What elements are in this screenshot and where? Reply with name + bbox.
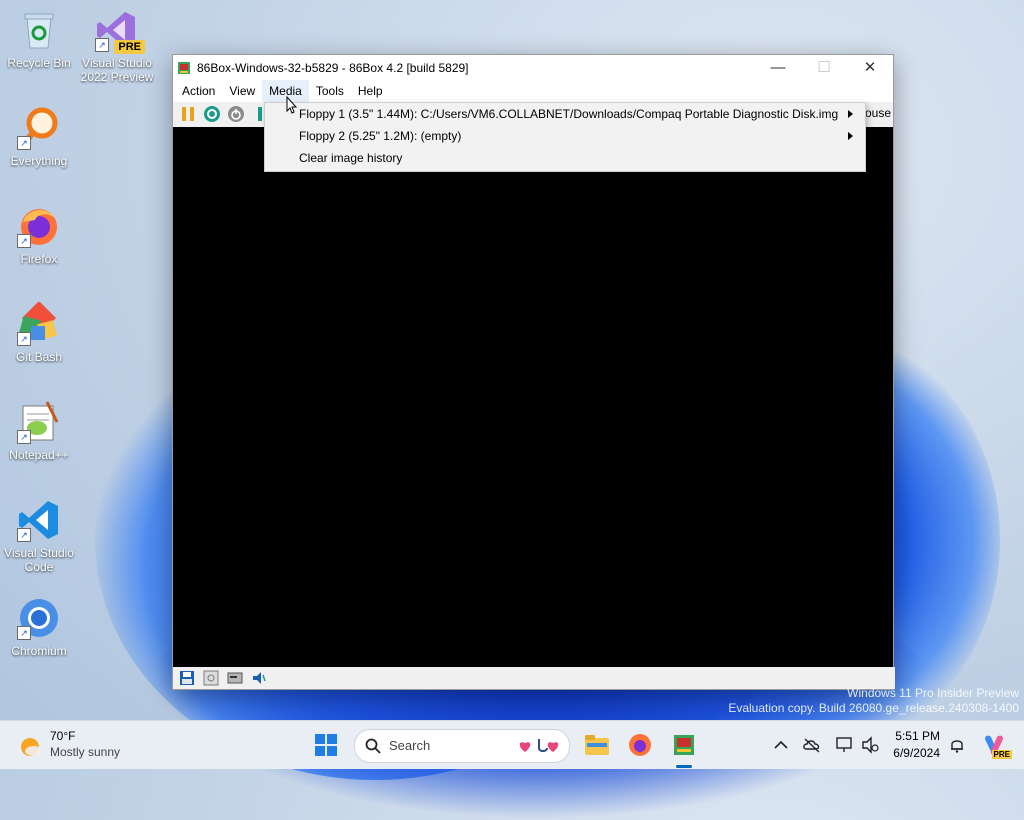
search-highlight-icon xyxy=(519,739,559,752)
status-bar xyxy=(173,667,895,689)
power-icon[interactable] xyxy=(227,105,245,123)
notepadpp-icon: ↗ xyxy=(17,400,61,444)
desktop-icon-label: Git Bash xyxy=(15,350,63,364)
menu-action[interactable]: Action xyxy=(175,80,222,102)
firefox-taskbar-icon[interactable] xyxy=(628,733,652,757)
file-explorer-icon[interactable] xyxy=(584,733,610,757)
weather-temp: 70°F xyxy=(50,729,76,743)
watermark-edition: Windows 11 Pro Insider Preview xyxy=(847,686,1019,700)
desktop-icon-label: Recycle Bin xyxy=(7,56,71,70)
desktop-icon-vscode[interactable]: ↗ Visual Studio Code xyxy=(1,498,77,574)
86box-app-icon xyxy=(178,61,190,74)
window-title: 86Box-Windows-32-b5829 - 86Box 4.2 [buil… xyxy=(197,60,469,75)
desktop-icon-recycle-bin[interactable]: Recycle Bin xyxy=(1,8,77,70)
desktop-icon-chromium[interactable]: ↗ Chromium xyxy=(1,596,77,658)
desktop-icon-everything[interactable]: ↗ Everything xyxy=(1,106,77,168)
emulator-screen[interactable] xyxy=(173,127,893,667)
menu-item-floppy-2[interactable]: Floppy 2 (5.25" 1.2M): (empty) xyxy=(299,129,461,143)
chromium-icon: ↗ xyxy=(17,596,61,640)
search-placeholder: Search xyxy=(389,738,431,753)
clock[interactable]: 5:51 PM 6/9/2024 xyxy=(884,729,940,760)
minimize-button[interactable]: — xyxy=(755,55,801,80)
desktop-icon-label: Chromium xyxy=(11,644,67,658)
desktop-icon-notepadpp[interactable]: ↗ Notepad++ xyxy=(1,400,77,462)
menu-item-floppy-1[interactable]: Floppy 1 (3.5" 1.44M): C:/Users/VM6.COLL… xyxy=(299,107,838,121)
shortcut-arrow-icon: ↗ xyxy=(17,136,31,150)
maximize-button[interactable]: ☐ xyxy=(801,55,847,80)
toolbar-clipped-label: ouse xyxy=(864,106,891,120)
submenu-arrow-icon xyxy=(848,110,853,118)
watermark-build: Evaluation copy. Build 26080.ge_release.… xyxy=(728,701,1019,715)
firefox-icon: ↗ xyxy=(17,204,61,248)
recycle-bin-icon xyxy=(17,8,61,52)
visual-studio-preview-icon: PRE ↗ xyxy=(95,8,145,54)
shortcut-arrow-icon: ↗ xyxy=(17,332,31,346)
media-dropdown-menu: Floppy 1 (3.5" 1.44M): C:/Users/VM6.COLL… xyxy=(264,102,866,172)
desktop-icon-label: Visual Studio Code xyxy=(4,546,74,574)
mouse-cursor-icon xyxy=(286,96,298,114)
start-windows-icon[interactable] xyxy=(314,733,338,757)
git-bash-icon: ↗ xyxy=(17,301,61,346)
shortcut-arrow-icon: ↗ xyxy=(17,528,31,542)
title-bar[interactable]: 86Box-Windows-32-b5829 - 86Box 4.2 [buil… xyxy=(173,55,893,80)
menu-bar: Action View Media Tools Help xyxy=(173,80,893,102)
copilot-button[interactable]: PRE xyxy=(980,731,1012,759)
submenu-arrow-icon xyxy=(848,132,853,140)
hard-disk-icon[interactable] xyxy=(227,670,243,686)
search-icon xyxy=(365,738,381,754)
taskbar-search-box[interactable]: Search xyxy=(354,729,570,763)
clock-time: 5:51 PM xyxy=(895,729,940,743)
network-icon[interactable] xyxy=(835,736,853,754)
clock-date: 6/9/2024 xyxy=(893,746,940,760)
shortcut-arrow-icon: ↗ xyxy=(17,626,31,640)
notification-bell-icon[interactable] xyxy=(948,736,966,754)
shortcut-arrow-icon: ↗ xyxy=(17,430,31,444)
copilot-pre-badge: PRE xyxy=(991,750,1012,759)
desktop-icon-firefox[interactable]: ↗ Firefox xyxy=(1,204,77,266)
desktop-icon-git-bash[interactable]: ↗ Git Bash xyxy=(1,301,77,364)
shortcut-arrow-icon: ↗ xyxy=(17,234,31,248)
hard-reset-icon[interactable] xyxy=(203,105,221,123)
pause-icon[interactable] xyxy=(179,105,197,123)
volume-muted-icon[interactable] xyxy=(861,736,879,754)
taskbar: 70°F Mostly sunny Search 5:51 PM 6/9/202… xyxy=(0,720,1024,769)
floppy-drive-2-icon[interactable] xyxy=(203,670,219,686)
desktop-icon-label: Everything xyxy=(10,154,68,168)
preview-badge: PRE xyxy=(114,40,145,54)
desktop-icon-label: Notepad++ xyxy=(9,448,69,462)
86box-taskbar-icon[interactable] xyxy=(672,733,696,757)
menu-tools[interactable]: Tools xyxy=(309,80,351,102)
sound-icon[interactable] xyxy=(251,670,267,686)
everything-search-icon: ↗ xyxy=(17,106,61,150)
weather-desc: Mostly sunny xyxy=(50,745,121,759)
desktop-icon-label: Visual Studio 2022 Preview xyxy=(80,56,154,84)
shortcut-arrow-icon: ↗ xyxy=(95,38,109,52)
onedrive-icon[interactable] xyxy=(803,736,821,754)
menu-help[interactable]: Help xyxy=(351,80,390,102)
sun-cloud-icon xyxy=(21,738,43,756)
floppy-drive-icon[interactable] xyxy=(179,670,195,686)
desktop-icon-label: Firefox xyxy=(20,252,58,266)
close-button[interactable]: ✕ xyxy=(847,55,893,80)
vscode-icon: ↗ xyxy=(17,498,61,542)
chevron-up-icon[interactable] xyxy=(772,736,790,754)
desktop-icon-visual-studio-preview[interactable]: PRE ↗ Visual Studio 2022 Preview xyxy=(79,8,155,84)
menu-view[interactable]: View xyxy=(222,80,262,102)
menu-item-clear-history[interactable]: Clear image history xyxy=(299,151,402,165)
